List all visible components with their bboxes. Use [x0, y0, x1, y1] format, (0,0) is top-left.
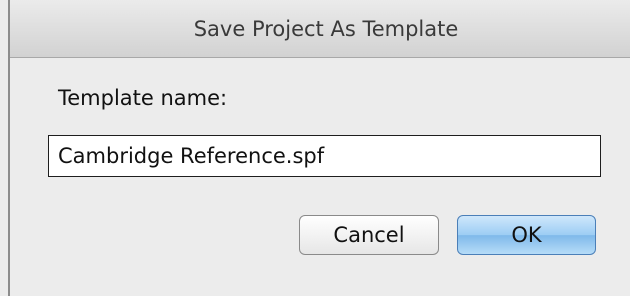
cancel-button[interactable]: Cancel — [299, 215, 439, 255]
window-edge — [8, 0, 10, 296]
template-name-field[interactable] — [48, 135, 601, 177]
save-template-dialog: Save Project As Template Template name: … — [0, 0, 630, 296]
template-name-label: Template name: — [58, 86, 228, 110]
dialog-titlebar: Save Project As Template — [10, 0, 630, 58]
dialog-title: Save Project As Template — [193, 17, 459, 41]
ok-button[interactable]: OK — [457, 215, 596, 255]
